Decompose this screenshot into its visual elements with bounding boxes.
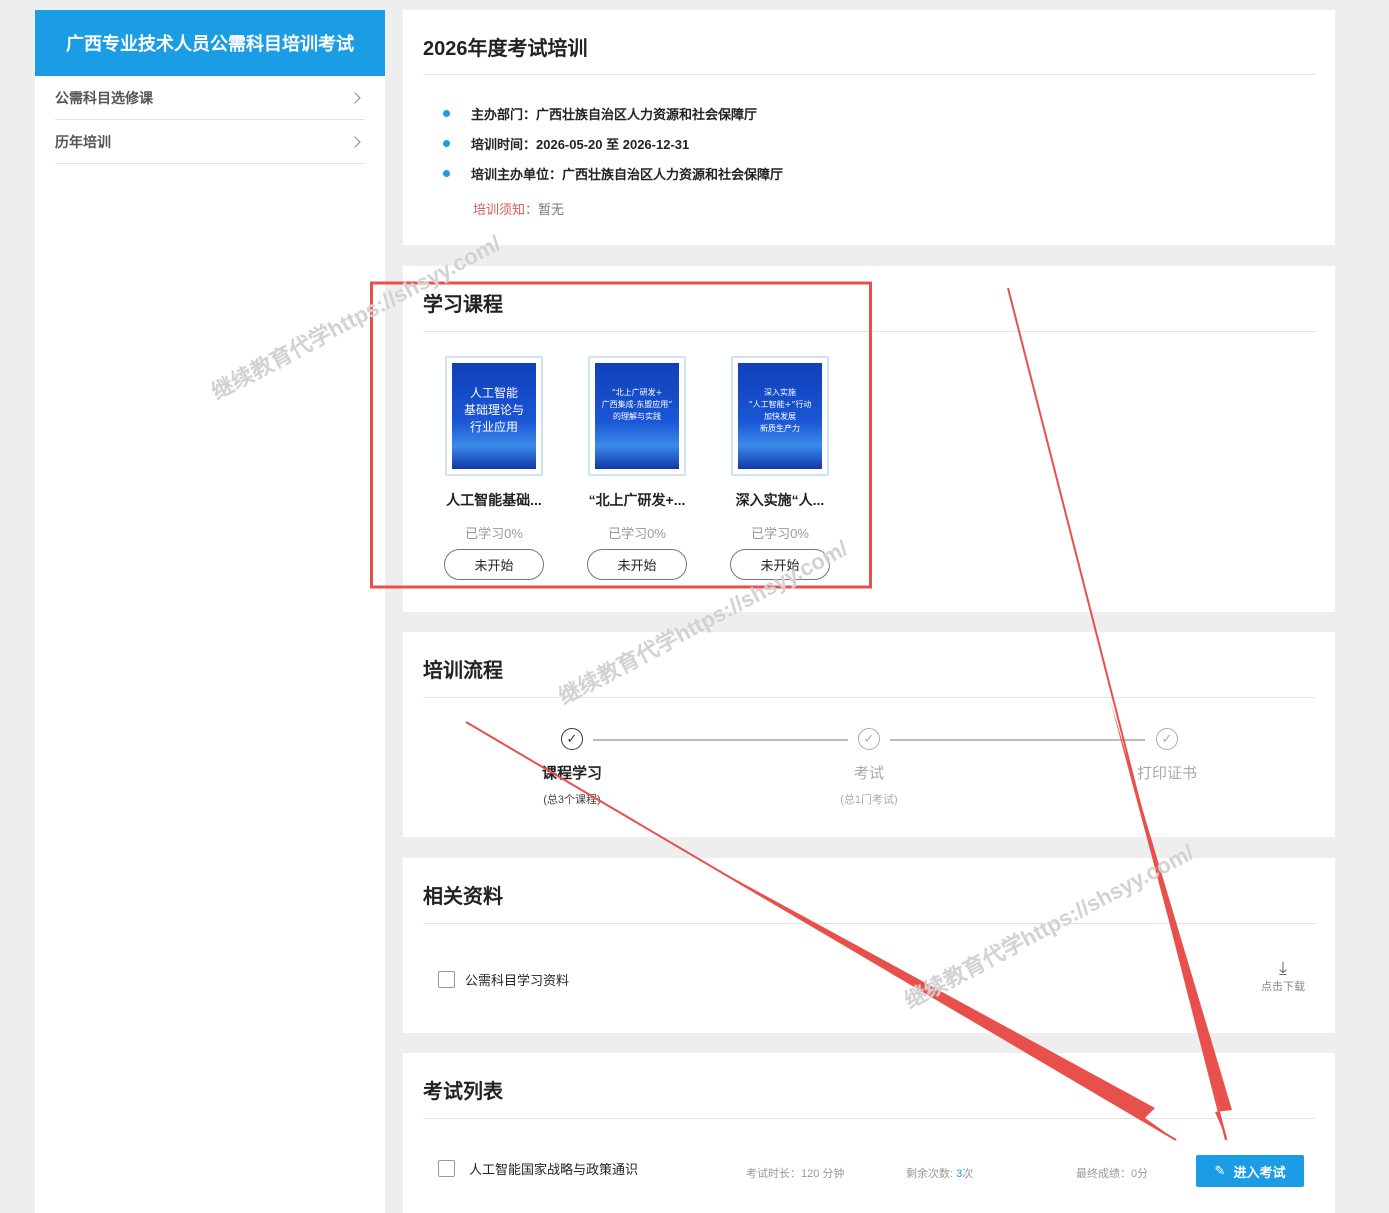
notice-label: 培训须知： xyxy=(473,202,539,217)
step-exam: ✓ 考试 (总1门考试) xyxy=(809,728,929,807)
cover-title: “北上广研发+ 广西集成-东盟应用” 的理解与实践 xyxy=(595,363,679,469)
step-sub: (总1门考试) xyxy=(840,794,898,806)
materials-panel: 相关资料 公需科目学习资料 ⤓ 点击下载 xyxy=(403,858,1335,1033)
download-label: 点击下载 xyxy=(1261,981,1305,993)
course-cover[interactable]: 人工智能 基础理论与 行业应用 xyxy=(445,356,543,476)
step-name: 打印证书 xyxy=(1136,765,1197,782)
bullet-icon xyxy=(443,109,450,117)
divider xyxy=(423,74,1315,75)
exams-panel: 考试列表 人工智能国家战略与政策通识 考试时长：120 分钟 剩余次数: 3次 … xyxy=(403,1053,1335,1213)
exam-score: 最终成绩：0分 xyxy=(1076,1165,1148,1181)
bullet-icon xyxy=(443,139,450,147)
cover-title: 深入实施 “人工智能+”行动 加快发展 新质生产力 xyxy=(738,363,822,469)
course-name[interactable]: 人工智能基础... xyxy=(434,490,554,510)
course-card[interactable]: 深入实施 “人工智能+”行动 加快发展 新质生产力 深入实施“人... 已学习0… xyxy=(720,356,840,580)
download-icon: ⤓ xyxy=(1279,958,1287,978)
edit-icon: ✎ xyxy=(1214,1163,1226,1178)
step-sub: (总3个课程) xyxy=(543,794,601,806)
notice-value: 暂无 xyxy=(538,202,565,217)
section-title: 培训流程 xyxy=(423,660,503,682)
chevron-right-icon xyxy=(349,135,361,148)
course-progress: 已学习0% xyxy=(608,526,666,541)
material-item: 公需科目学习资料 xyxy=(438,970,569,989)
exam-checkbox[interactable] xyxy=(438,1160,455,1177)
course-cover[interactable]: 深入实施 “人工智能+”行动 加快发展 新质生产力 xyxy=(731,356,829,476)
exam-item: 人工智能国家战略与政策通识 xyxy=(438,1159,638,1178)
training-notice: 培训须知：暂无 xyxy=(473,199,564,218)
course-card[interactable]: “北上广研发+ 广西集成-东盟应用” 的理解与实践 “北上广研发+... 已学习… xyxy=(577,356,697,580)
sidebar-title: 广西专业技术人员公需科目培训考试 xyxy=(35,10,385,76)
sidebar-item-label: 公需科目选修课 xyxy=(55,89,153,106)
enter-exam-label: 进入考试 xyxy=(1233,1164,1286,1180)
info-row-host: 培训主办单位： 广西壮族自治区人力资源和社会保障厅 xyxy=(443,158,783,188)
step-name: 考试 xyxy=(853,765,884,782)
section-title: 考试列表 xyxy=(423,1081,503,1103)
material-name: 公需科目学习资料 xyxy=(465,973,570,988)
download-button[interactable]: ⤓ 点击下载 xyxy=(1261,958,1305,994)
info-row-organizer: 主办部门： 广西壮族自治区人力资源和社会保障厅 xyxy=(443,98,783,128)
material-checkbox[interactable] xyxy=(438,971,455,988)
bullet-icon xyxy=(443,169,450,177)
course-progress: 已学习0% xyxy=(465,526,523,541)
page-title: 2026年度考试培训 xyxy=(423,38,588,60)
divider xyxy=(423,923,1315,924)
info-list: 主办部门： 广西壮族自治区人力资源和社会保障厅 培训时间： 2026-05-20 至… xyxy=(443,98,783,188)
training-info-panel: 2026年度考试培训 主办部门： 广西壮族自治区人力资源和社会保障厅 培训时间： 2… xyxy=(403,10,1335,245)
step-print-certificate: ✓ 打印证书 xyxy=(1107,728,1227,783)
course-cover[interactable]: “北上广研发+ 广西集成-东盟应用” 的理解与实践 xyxy=(588,356,686,476)
exam-name: 人工智能国家战略与政策通识 xyxy=(469,1162,639,1177)
course-name[interactable]: 深入实施“人... xyxy=(720,490,840,510)
course-start-button[interactable]: 未开始 xyxy=(730,549,830,580)
cover-title: 人工智能 基础理论与 行业应用 xyxy=(452,363,536,469)
sidebar-item-elective[interactable]: 公需科目选修课 xyxy=(55,76,365,120)
sidebar-item-label: 历年培训 xyxy=(55,133,111,150)
chevron-right-icon xyxy=(349,91,361,104)
course-progress: 已学习0% xyxy=(751,526,809,541)
score-value: 0分 xyxy=(1131,1168,1149,1180)
check-circle-icon: ✓ xyxy=(1156,728,1178,750)
section-title: 学习课程 xyxy=(423,294,503,316)
info-label: 主办部门： xyxy=(471,106,537,122)
step-course-study: ✓ 课程学习 (总3个课程) xyxy=(512,728,632,807)
courses-panel: 学习课程 人工智能 基础理论与 行业应用 人工智能基础... 已学习0% 未开始… xyxy=(403,266,1335,612)
divider xyxy=(423,1118,1315,1119)
check-circle-icon: ✓ xyxy=(561,728,583,750)
duration-label: 考试时长： xyxy=(746,1168,801,1180)
section-title: 相关资料 xyxy=(423,886,503,908)
exam-remaining: 剩余次数: 3次 xyxy=(906,1165,973,1181)
course-start-button[interactable]: 未开始 xyxy=(444,549,544,580)
duration-value: 120 分钟 xyxy=(801,1168,845,1180)
sidebar: 广西专业技术人员公需科目培训考试 公需科目选修课 历年培训 xyxy=(35,10,385,1213)
info-value: 2026-05-20 至 2026-12-31 xyxy=(536,136,690,152)
process-panel: 培训流程 ✓ 课程学习 (总3个课程) ✓ 考试 (总1门考试) ✓ 打印证书 xyxy=(403,632,1335,837)
info-value: 广西壮族自治区人力资源和社会保障厅 xyxy=(562,166,784,182)
info-row-period: 培训时间： 2026-05-20 至 2026-12-31 xyxy=(443,128,783,158)
step-name: 课程学习 xyxy=(541,765,602,782)
remaining-unit: 次 xyxy=(962,1168,974,1180)
course-name[interactable]: “北上广研发+... xyxy=(577,490,697,510)
check-circle-icon: ✓ xyxy=(858,728,880,750)
enter-exam-button[interactable]: ✎ 进入考试 xyxy=(1196,1155,1304,1187)
course-start-button[interactable]: 未开始 xyxy=(587,549,687,580)
info-value: 广西壮族自治区人力资源和社会保障厅 xyxy=(536,106,758,122)
divider xyxy=(423,331,1315,332)
remaining-label: 剩余次数: xyxy=(906,1168,957,1180)
score-label: 最终成绩： xyxy=(1076,1168,1131,1180)
sidebar-item-history[interactable]: 历年培训 xyxy=(55,120,365,164)
divider xyxy=(423,697,1315,698)
course-card[interactable]: 人工智能 基础理论与 行业应用 人工智能基础... 已学习0% 未开始 xyxy=(434,356,554,580)
info-label: 培训时间： xyxy=(471,136,537,152)
exam-duration: 考试时长：120 分钟 xyxy=(746,1165,844,1181)
info-label: 培训主办单位： xyxy=(471,166,563,182)
